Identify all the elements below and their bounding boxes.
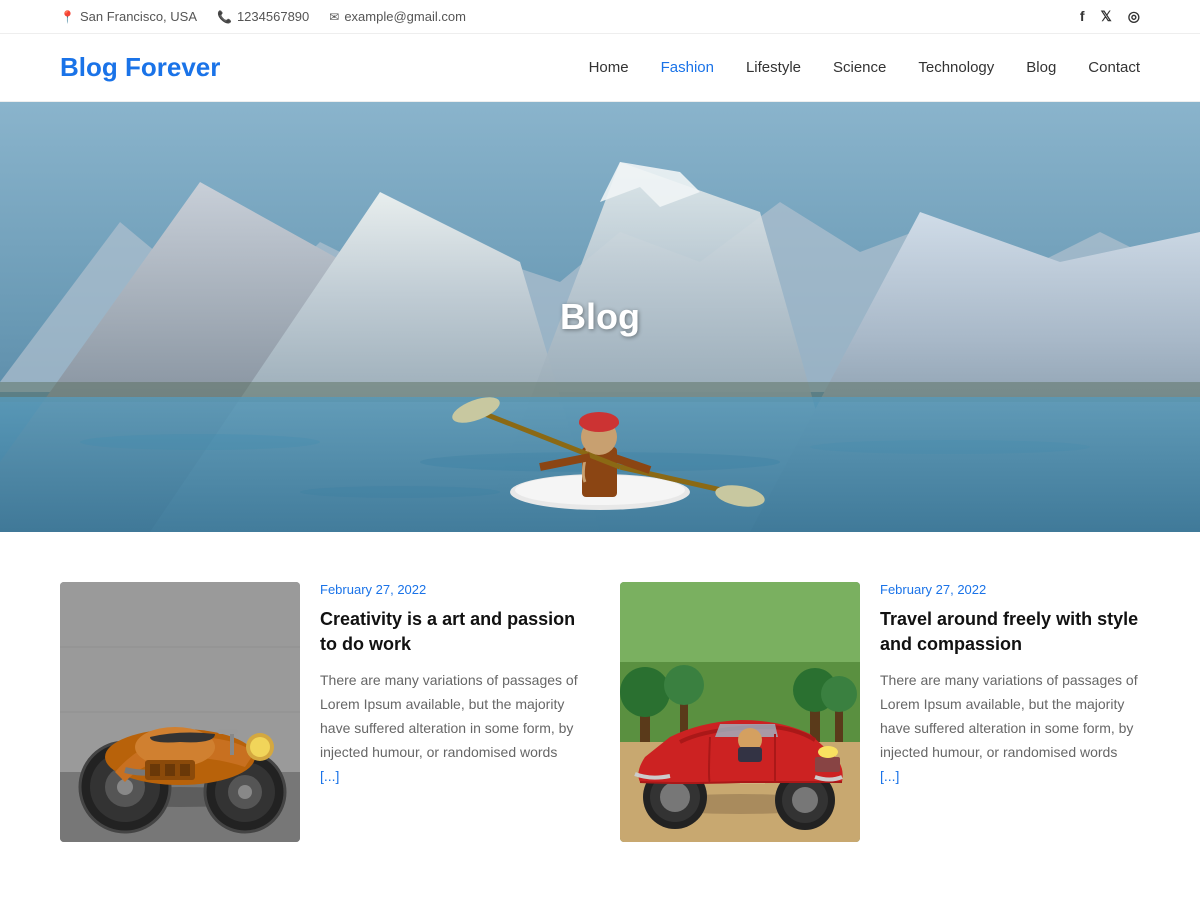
nav-home[interactable]: Home [589,59,629,76]
read-more-2[interactable]: [...] [880,768,899,784]
card-title-2: Travel around freely with style and comp… [880,607,1140,657]
email: example@gmail.com [329,9,466,24]
nav-lifestyle[interactable]: Lifestyle [746,59,801,76]
topbar-contact: San Francisco, USA 1234567890 example@gm… [60,9,466,24]
blog-card-2: February 27, 2022 Travel around freely w… [620,582,1140,842]
mail-icon [329,10,339,24]
card-title-1: Creativity is a art and passion to do wo… [320,607,580,657]
email-text: example@gmail.com [344,9,466,24]
nav-fashion[interactable]: Fashion [661,59,714,76]
nav-contact[interactable]: Contact [1088,59,1140,76]
card-body-2: There are many variations of passages of… [880,669,1140,788]
blog-card-1: February 27, 2022 Creativity is a art an… [60,582,580,842]
phone-text: 1234567890 [237,9,309,24]
phone-icon [217,10,232,24]
logo[interactable]: Blog Forever [60,52,220,83]
card-content-1: February 27, 2022 Creativity is a art an… [320,582,580,842]
instagram-icon[interactable]: ◎ [1128,8,1140,25]
card-image-2 [620,582,860,842]
blog-cards: February 27, 2022 Creativity is a art an… [0,532,1200,892]
hero-title: Blog [560,296,640,338]
nav-technology[interactable]: Technology [918,59,994,76]
header: Blog Forever Home Fashion Lifestyle Scie… [0,34,1200,102]
hero-section: Blog [0,102,1200,532]
twitter-icon[interactable]: 𝕏 [1101,8,1112,25]
social-links: f 𝕏 ◎ [1080,8,1140,25]
pin-icon [60,10,75,24]
card-body-1: There are many variations of passages of… [320,669,580,788]
phone: 1234567890 [217,9,309,24]
card-image-1 [60,582,300,842]
card-date-2: February 27, 2022 [880,582,1140,597]
topbar: San Francisco, USA 1234567890 example@gm… [0,0,1200,34]
facebook-icon[interactable]: f [1080,8,1085,25]
nav-science[interactable]: Science [833,59,886,76]
location: San Francisco, USA [60,9,197,24]
location-text: San Francisco, USA [80,9,197,24]
card-content-2: February 27, 2022 Travel around freely w… [880,582,1140,842]
main-nav: Home Fashion Lifestyle Science Technolog… [589,59,1140,76]
read-more-1[interactable]: [...] [320,768,339,784]
card-date-1: February 27, 2022 [320,582,580,597]
nav-blog[interactable]: Blog [1026,59,1056,76]
